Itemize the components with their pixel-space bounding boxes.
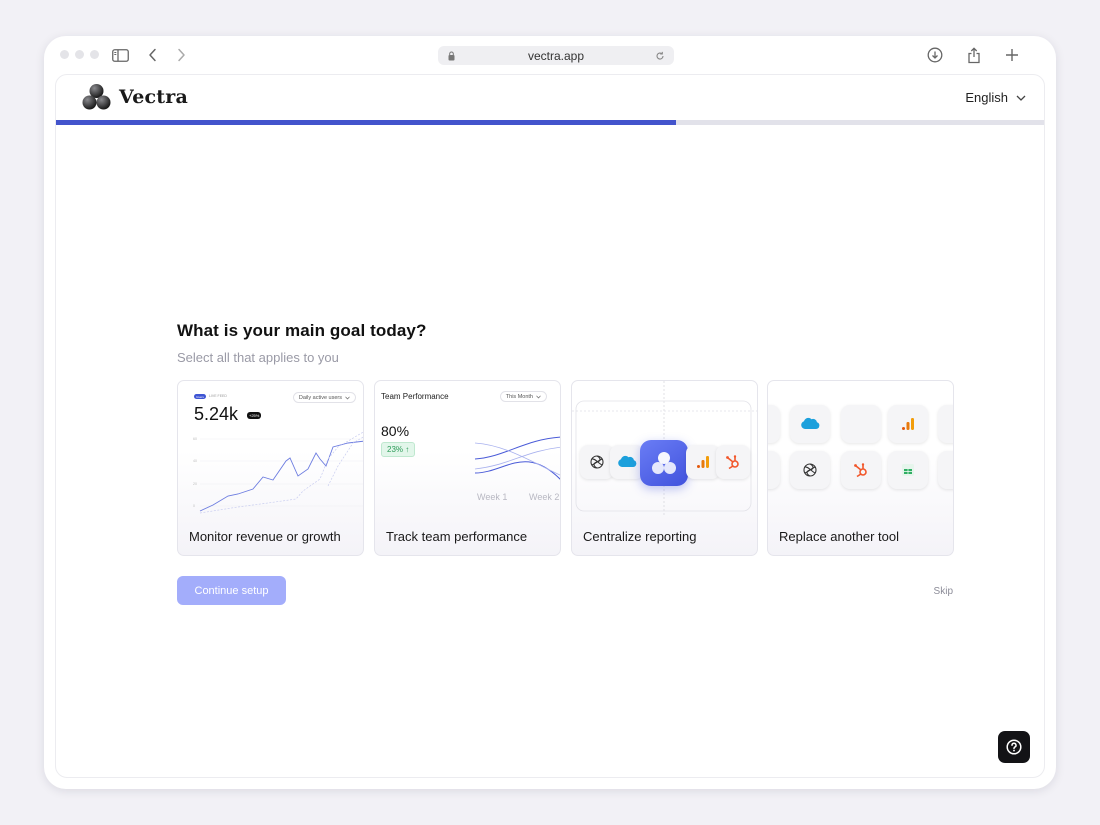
help-icon [1006,739,1022,755]
analytics-icon [902,418,914,430]
hubspot-icon [726,455,739,470]
goal-card-track-team[interactable]: Team Performance This Month 80% 23% ↑ We… [374,380,561,556]
salesforce-tile [610,445,644,479]
share-icon[interactable] [964,45,984,65]
sheets-tile [888,451,928,489]
sheets-icon [902,464,914,476]
analytics-tile [888,405,928,443]
svg-text:20: 20 [193,482,197,486]
skip-link[interactable]: Skip [934,586,953,597]
openai-icon [590,455,604,469]
openai-icon [803,463,817,477]
goal-question: What is your main goal today? Select all… [177,321,954,605]
forward-icon[interactable] [171,45,191,65]
vectra-logo-icon [652,452,676,474]
blank-tile [768,405,780,443]
goal-options: Users LIVE FEED Daily active users 5.24k… [177,380,954,556]
help-button[interactable] [998,731,1030,763]
back-icon[interactable] [143,45,163,65]
sidebar-icon[interactable] [110,45,130,65]
brand-name: Vectra [119,86,188,108]
lock-icon [448,50,455,64]
language-label: English [965,90,1008,105]
goal-card-monitor-revenue[interactable]: Users LIVE FEED Daily active users 5.24k… [177,380,364,556]
revenue-line-chart: 60 40 20 0 [193,431,363,514]
download-icon[interactable] [925,45,945,65]
svg-text:0: 0 [193,504,195,508]
address-bar[interactable]: vectra.app [438,46,674,65]
card-label: Centralize reporting [583,529,697,544]
analytics-icon [697,456,709,468]
logo-mark-icon [82,84,111,110]
hubspot-icon [854,463,867,478]
chevron-down-icon [1016,95,1026,101]
question-title: What is your main goal today? [177,321,427,340]
window-controls [60,50,99,59]
goal-card-centralize-reporting[interactable]: Centralize reporting [571,380,758,556]
svg-text:60: 60 [193,437,197,441]
minimize-window-dot[interactable] [75,50,84,59]
progress-bar [56,120,1044,125]
vectra-hub-tile [640,440,688,486]
tool-grid-preview [768,381,953,516]
salesforce-tile [790,405,830,443]
progress-fill [56,120,677,125]
browser-window: vectra.app Vectra English What is your m… [44,36,1056,789]
analytics-tile [686,445,720,479]
hubspot-tile [716,445,750,479]
salesforce-icon [801,417,820,429]
continue-setup-button[interactable]: Continue setup [177,576,286,605]
close-window-dot[interactable] [60,50,69,59]
blank-tile [841,405,881,443]
brand-logo[interactable]: Vectra [82,83,188,111]
week1-label: Week 1 [477,492,508,502]
language-selector[interactable]: English [965,90,1026,105]
card-label: Monitor revenue or growth [189,529,341,544]
goal-card-replace-tool[interactable]: Replace another tool [767,380,954,556]
blank-tile [938,451,953,489]
blank-tile [768,451,780,489]
openai-tile [580,445,614,479]
top-bar: Vectra English [56,75,1044,121]
week2-label: Week 2 [529,492,560,502]
salesforce-icon [618,455,637,467]
card-label: Replace another tool [779,529,899,544]
revenue-preview: Users LIVE FEED Daily active users 5.24k… [178,381,363,516]
team-performance-preview: Team Performance This Month 80% 23% ↑ We… [375,381,560,516]
url-text: vectra.app [527,48,585,63]
svg-text:40: 40 [193,459,197,463]
integrations-hub-preview [572,381,757,516]
question-subtitle: Select all that applies to you [177,350,339,365]
blank-tile [938,405,953,443]
reload-icon[interactable] [655,50,665,64]
zoom-window-dot[interactable] [90,50,99,59]
browser-toolbar: vectra.app [44,36,1056,74]
onboarding-page: Vectra English What is your main goal to… [55,74,1045,778]
hubspot-tile [841,451,881,489]
new-tab-icon[interactable] [1002,45,1022,65]
card-label: Track team performance [386,529,528,544]
openai-tile [790,451,830,489]
